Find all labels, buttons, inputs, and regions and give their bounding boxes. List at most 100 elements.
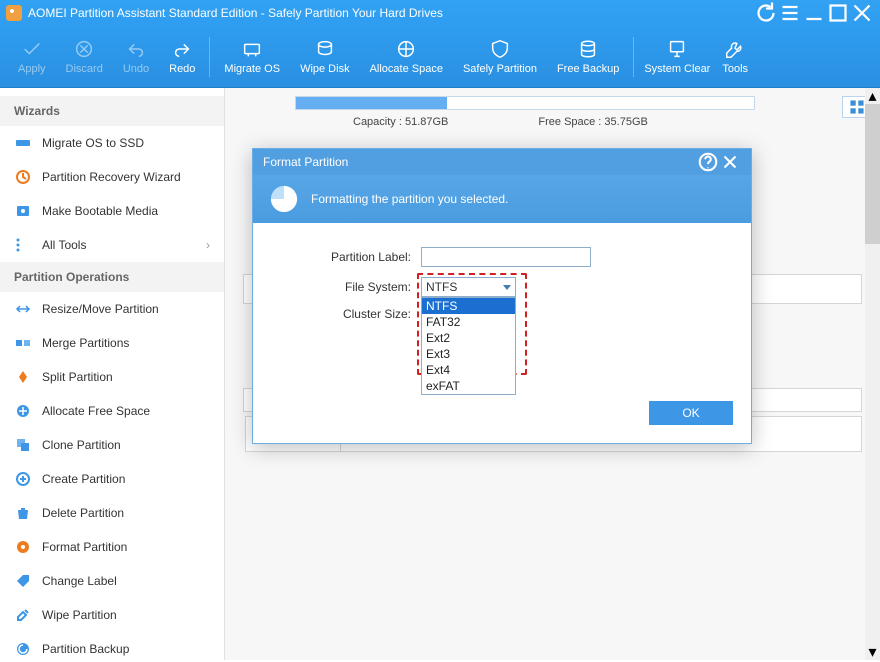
fs-option-fat32[interactable]: FAT32 [422, 314, 515, 330]
maximize-button[interactable] [826, 1, 850, 25]
clone-icon [14, 436, 32, 454]
wizards-heading: Wizards [0, 96, 224, 126]
safely-partition-button[interactable]: Safely Partition [453, 26, 547, 87]
sidebar-all-tools[interactable]: All Tools › [0, 228, 224, 262]
sidebar-make-bootable[interactable]: Make Bootable Media [0, 194, 224, 228]
apply-button[interactable]: Apply [8, 26, 56, 87]
free-backup-button[interactable]: Free Backup [547, 26, 629, 87]
all-tools-icon [14, 236, 32, 254]
item-label: Change Label [42, 574, 117, 588]
dialog-banner: Formatting the partition you selected. [253, 175, 751, 223]
free-backup-label: Free Backup [557, 63, 619, 75]
item-label: Make Bootable Media [42, 204, 158, 218]
tools-button[interactable]: Tools [716, 26, 754, 87]
system-clear-label: System Clear [644, 63, 710, 75]
item-label: Delete Partition [42, 506, 124, 520]
allocate-space-label: Allocate Space [370, 63, 443, 75]
sidebar-format[interactable]: Format Partition [0, 530, 224, 564]
sidebar-backup[interactable]: Partition Backup [0, 632, 224, 660]
scroll-down-icon[interactable]: ▾ [865, 644, 880, 660]
apply-label: Apply [18, 63, 46, 75]
item-label: Partition Recovery Wizard [42, 170, 181, 184]
allocate-space-button[interactable]: Allocate Space [360, 26, 453, 87]
refresh-icon[interactable] [754, 1, 778, 25]
capacity-section: Capacity : 51.87GB Free Space : 35.75GB [283, 96, 853, 128]
chevron-down-icon [503, 285, 511, 290]
split-icon [14, 368, 32, 386]
sidebar-create[interactable]: Create Partition [0, 462, 224, 496]
file-system-label: File System: [281, 280, 411, 294]
item-label: Clone Partition [42, 438, 121, 452]
content-scrollbar[interactable]: ▴ ▾ [865, 88, 880, 660]
title-bar: AOMEI Partition Assistant Standard Editi… [0, 0, 880, 26]
item-label: Resize/Move Partition [42, 302, 159, 316]
allocate-icon [14, 402, 32, 420]
discard-label: Discard [66, 63, 103, 75]
create-icon [14, 470, 32, 488]
minimize-button[interactable] [802, 1, 826, 25]
dialog-title: Format Partition [263, 155, 348, 169]
fs-option-ext4[interactable]: Ext4 [422, 362, 515, 378]
fs-option-ext3[interactable]: Ext3 [422, 346, 515, 362]
resize-icon [14, 300, 32, 318]
fs-option-exfat[interactable]: exFAT [422, 378, 515, 394]
pie-icon [269, 184, 299, 214]
sidebar-split[interactable]: Split Partition [0, 360, 224, 394]
undo-button[interactable]: Undo [113, 26, 159, 87]
scroll-thumb[interactable] [865, 104, 880, 244]
menu-icon[interactable] [778, 1, 802, 25]
merge-icon [14, 334, 32, 352]
undo-label: Undo [123, 63, 149, 75]
sidebar-allocate-free[interactable]: Allocate Free Space [0, 394, 224, 428]
backup-icon [14, 640, 32, 658]
app-title: AOMEI Partition Assistant Standard Editi… [28, 6, 443, 20]
item-label: Format Partition [42, 540, 127, 554]
item-label: Wipe Partition [42, 608, 117, 622]
redo-button[interactable]: Redo [159, 26, 205, 87]
item-label: Split Partition [42, 370, 113, 384]
item-label: Allocate Free Space [42, 404, 150, 418]
bootable-icon [14, 202, 32, 220]
sidebar-merge[interactable]: Merge Partitions [0, 326, 224, 360]
migrate-os-button[interactable]: Migrate OS [214, 26, 290, 87]
fs-option-ntfs[interactable]: NTFS [422, 298, 515, 314]
wipe-icon [14, 606, 32, 624]
free-space-label: Free Space : 35.75GB [538, 116, 647, 128]
cluster-size-label: Cluster Size: [281, 307, 411, 321]
file-system-select[interactable]: NTFS [421, 277, 516, 297]
wipe-disk-label: Wipe Disk [300, 63, 350, 75]
sidebar-change-label[interactable]: Change Label [0, 564, 224, 598]
close-button[interactable] [850, 1, 874, 25]
dialog-banner-text: Formatting the partition you selected. [311, 192, 508, 206]
ok-button[interactable]: OK [649, 401, 733, 425]
sidebar-delete[interactable]: Delete Partition [0, 496, 224, 530]
redo-label: Redo [169, 63, 195, 75]
format-icon [14, 538, 32, 556]
dialog-help-button[interactable] [697, 151, 719, 173]
item-label: Merge Partitions [42, 336, 129, 350]
item-label: Migrate OS to SSD [42, 136, 144, 150]
migrate-os-label: Migrate OS [224, 63, 280, 75]
recovery-icon [14, 168, 32, 186]
dialog-title-bar: Format Partition [253, 149, 751, 175]
item-label: Create Partition [42, 472, 125, 486]
operations-heading: Partition Operations [0, 262, 224, 292]
sidebar-partition-recovery[interactable]: Partition Recovery Wizard [0, 160, 224, 194]
wipe-disk-button[interactable]: Wipe Disk [290, 26, 360, 87]
discard-button[interactable]: Discard [56, 26, 113, 87]
fs-option-ext2[interactable]: Ext2 [422, 330, 515, 346]
sidebar: Wizards Migrate OS to SSD Partition Reco… [0, 88, 225, 660]
scroll-up-icon[interactable]: ▴ [865, 88, 880, 104]
safely-partition-label: Safely Partition [463, 63, 537, 75]
dialog-close-button[interactable] [719, 151, 741, 173]
sidebar-migrate-os-ssd[interactable]: Migrate OS to SSD [0, 126, 224, 160]
partition-label-input[interactable] [421, 247, 591, 267]
item-label: All Tools [42, 238, 86, 252]
system-clear-button[interactable]: System Clear [638, 26, 716, 87]
partition-label-label: Partition Label: [281, 250, 411, 264]
sidebar-clone[interactable]: Clone Partition [0, 428, 224, 462]
chevron-right-icon: › [206, 238, 210, 252]
sidebar-resize-move[interactable]: Resize/Move Partition [0, 292, 224, 326]
sidebar-wipe[interactable]: Wipe Partition [0, 598, 224, 632]
ssd-icon [14, 134, 32, 152]
